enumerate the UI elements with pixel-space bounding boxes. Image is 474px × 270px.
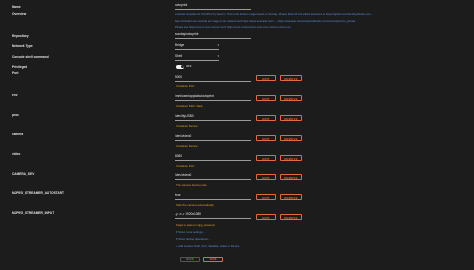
port-input[interactable]: 5000 bbox=[175, 75, 251, 82]
port-hint: Container Port: bbox=[176, 84, 195, 88]
chevron-down-icon: ▾ bbox=[217, 43, 219, 47]
env-input[interactable]: /mnt/user/appdata/octoprint bbox=[175, 94, 251, 101]
proc-input[interactable]: /dev/ttyUSB0 bbox=[175, 114, 251, 121]
video-input[interactable]: 8080 bbox=[175, 154, 251, 161]
env-edit-button[interactable]: EDIT bbox=[256, 95, 276, 101]
input-edit-button[interactable]: EDIT bbox=[256, 214, 276, 220]
camera-input[interactable]: /dev/video0 bbox=[175, 134, 251, 141]
env-remove-button[interactable]: REMOVE bbox=[280, 95, 302, 101]
label-env: env bbox=[12, 93, 18, 97]
input-hint: Flags to pass to mjpg_streamer bbox=[176, 223, 216, 227]
label-repository: Repository bbox=[12, 34, 29, 38]
autostart-remove-button[interactable]: REMOVE bbox=[280, 194, 302, 200]
port-edit-button[interactable]: EDIT bbox=[256, 75, 276, 81]
env-hint: Container Path: /data bbox=[176, 104, 203, 108]
label-camera-dev: CAMERA_DEV bbox=[12, 172, 35, 176]
port-remove-button[interactable]: REMOVE bbox=[280, 75, 302, 81]
camera-hint: Container Device: bbox=[176, 144, 199, 148]
network-type-value: Bridge bbox=[175, 43, 185, 47]
console-shell-value: Shell bbox=[175, 54, 183, 58]
camera-dev-edit-button[interactable]: EDIT bbox=[256, 174, 276, 180]
camera-dev-input[interactable]: /dev/video0 bbox=[175, 173, 251, 180]
network-type-select[interactable]: Bridge ▾ bbox=[175, 43, 219, 50]
add-another-link[interactable]: + Add another Path, Port, Variable, Labe… bbox=[176, 244, 239, 249]
autostart-input[interactable]: true bbox=[175, 193, 251, 200]
chevron-down-icon: ▾ bbox=[217, 54, 219, 58]
overview-line-3: Please see https://xxx.xx.xxxx.xxxxxx.co… bbox=[175, 26, 291, 29]
camera-edit-button[interactable]: EDIT bbox=[256, 135, 276, 141]
autostart-hint: Start the camera automatically bbox=[176, 203, 214, 207]
show-more-settings-link[interactable]: ▾ Show more settings ... bbox=[176, 230, 206, 235]
input-input[interactable]: -y -n -r 1920x1080 bbox=[175, 212, 251, 219]
label-port: Port bbox=[12, 71, 19, 75]
label-proc: proc bbox=[12, 113, 19, 117]
camera-remove-button[interactable]: REMOVE bbox=[280, 135, 302, 141]
privileged-toggle[interactable] bbox=[176, 65, 184, 69]
label-console-shell: Console shell command bbox=[12, 55, 49, 59]
save-button[interactable]: SAVE bbox=[203, 257, 223, 262]
proc-edit-button[interactable]: EDIT bbox=[256, 115, 276, 121]
repository-input[interactable]: sunday/octoprint bbox=[175, 32, 251, 39]
overview-line-1: A docker template for OctoPrint by Sauro… bbox=[175, 13, 374, 16]
label-mjpeg-input: MJPEG_STREAMER_INPUT bbox=[12, 211, 55, 215]
autostart-edit-button[interactable]: EDIT bbox=[256, 194, 276, 200]
label-camera: camera bbox=[12, 132, 24, 136]
console-shell-select[interactable]: Shell ▾ bbox=[175, 54, 219, 61]
label-mjpeg-autostart: MJPEG_STREAMER_AUTOSTART bbox=[12, 191, 64, 195]
proc-hint: Container Device: bbox=[176, 124, 199, 128]
video-remove-button[interactable]: REMOVE bbox=[280, 155, 302, 161]
proc-remove-button[interactable]: REMOVE bbox=[280, 115, 302, 121]
privileged-toggle-label: OFF bbox=[186, 64, 192, 68]
label-privileged: Privileged bbox=[12, 65, 28, 69]
overview-line-2: Sam Kickstart can override an image to s… bbox=[175, 20, 356, 23]
show-docker-allocations-link[interactable]: ▾ Show docker allocations ... bbox=[176, 237, 211, 242]
back-button[interactable]: BACK bbox=[180, 257, 200, 262]
camera-dev-remove-button[interactable]: REMOVE bbox=[280, 174, 302, 180]
video-hint: Container Port: bbox=[176, 164, 195, 168]
label-name: Name bbox=[12, 5, 21, 9]
input-remove-button[interactable]: REMOVE bbox=[280, 214, 302, 220]
label-video: video bbox=[12, 152, 21, 156]
camera-dev-hint: The camera device node bbox=[176, 183, 207, 187]
label-overview: Overview bbox=[12, 12, 27, 16]
name-input[interactable]: octoprint bbox=[175, 3, 251, 10]
video-edit-button[interactable]: EDIT bbox=[256, 155, 276, 161]
label-network-type: Network Type bbox=[12, 44, 33, 48]
